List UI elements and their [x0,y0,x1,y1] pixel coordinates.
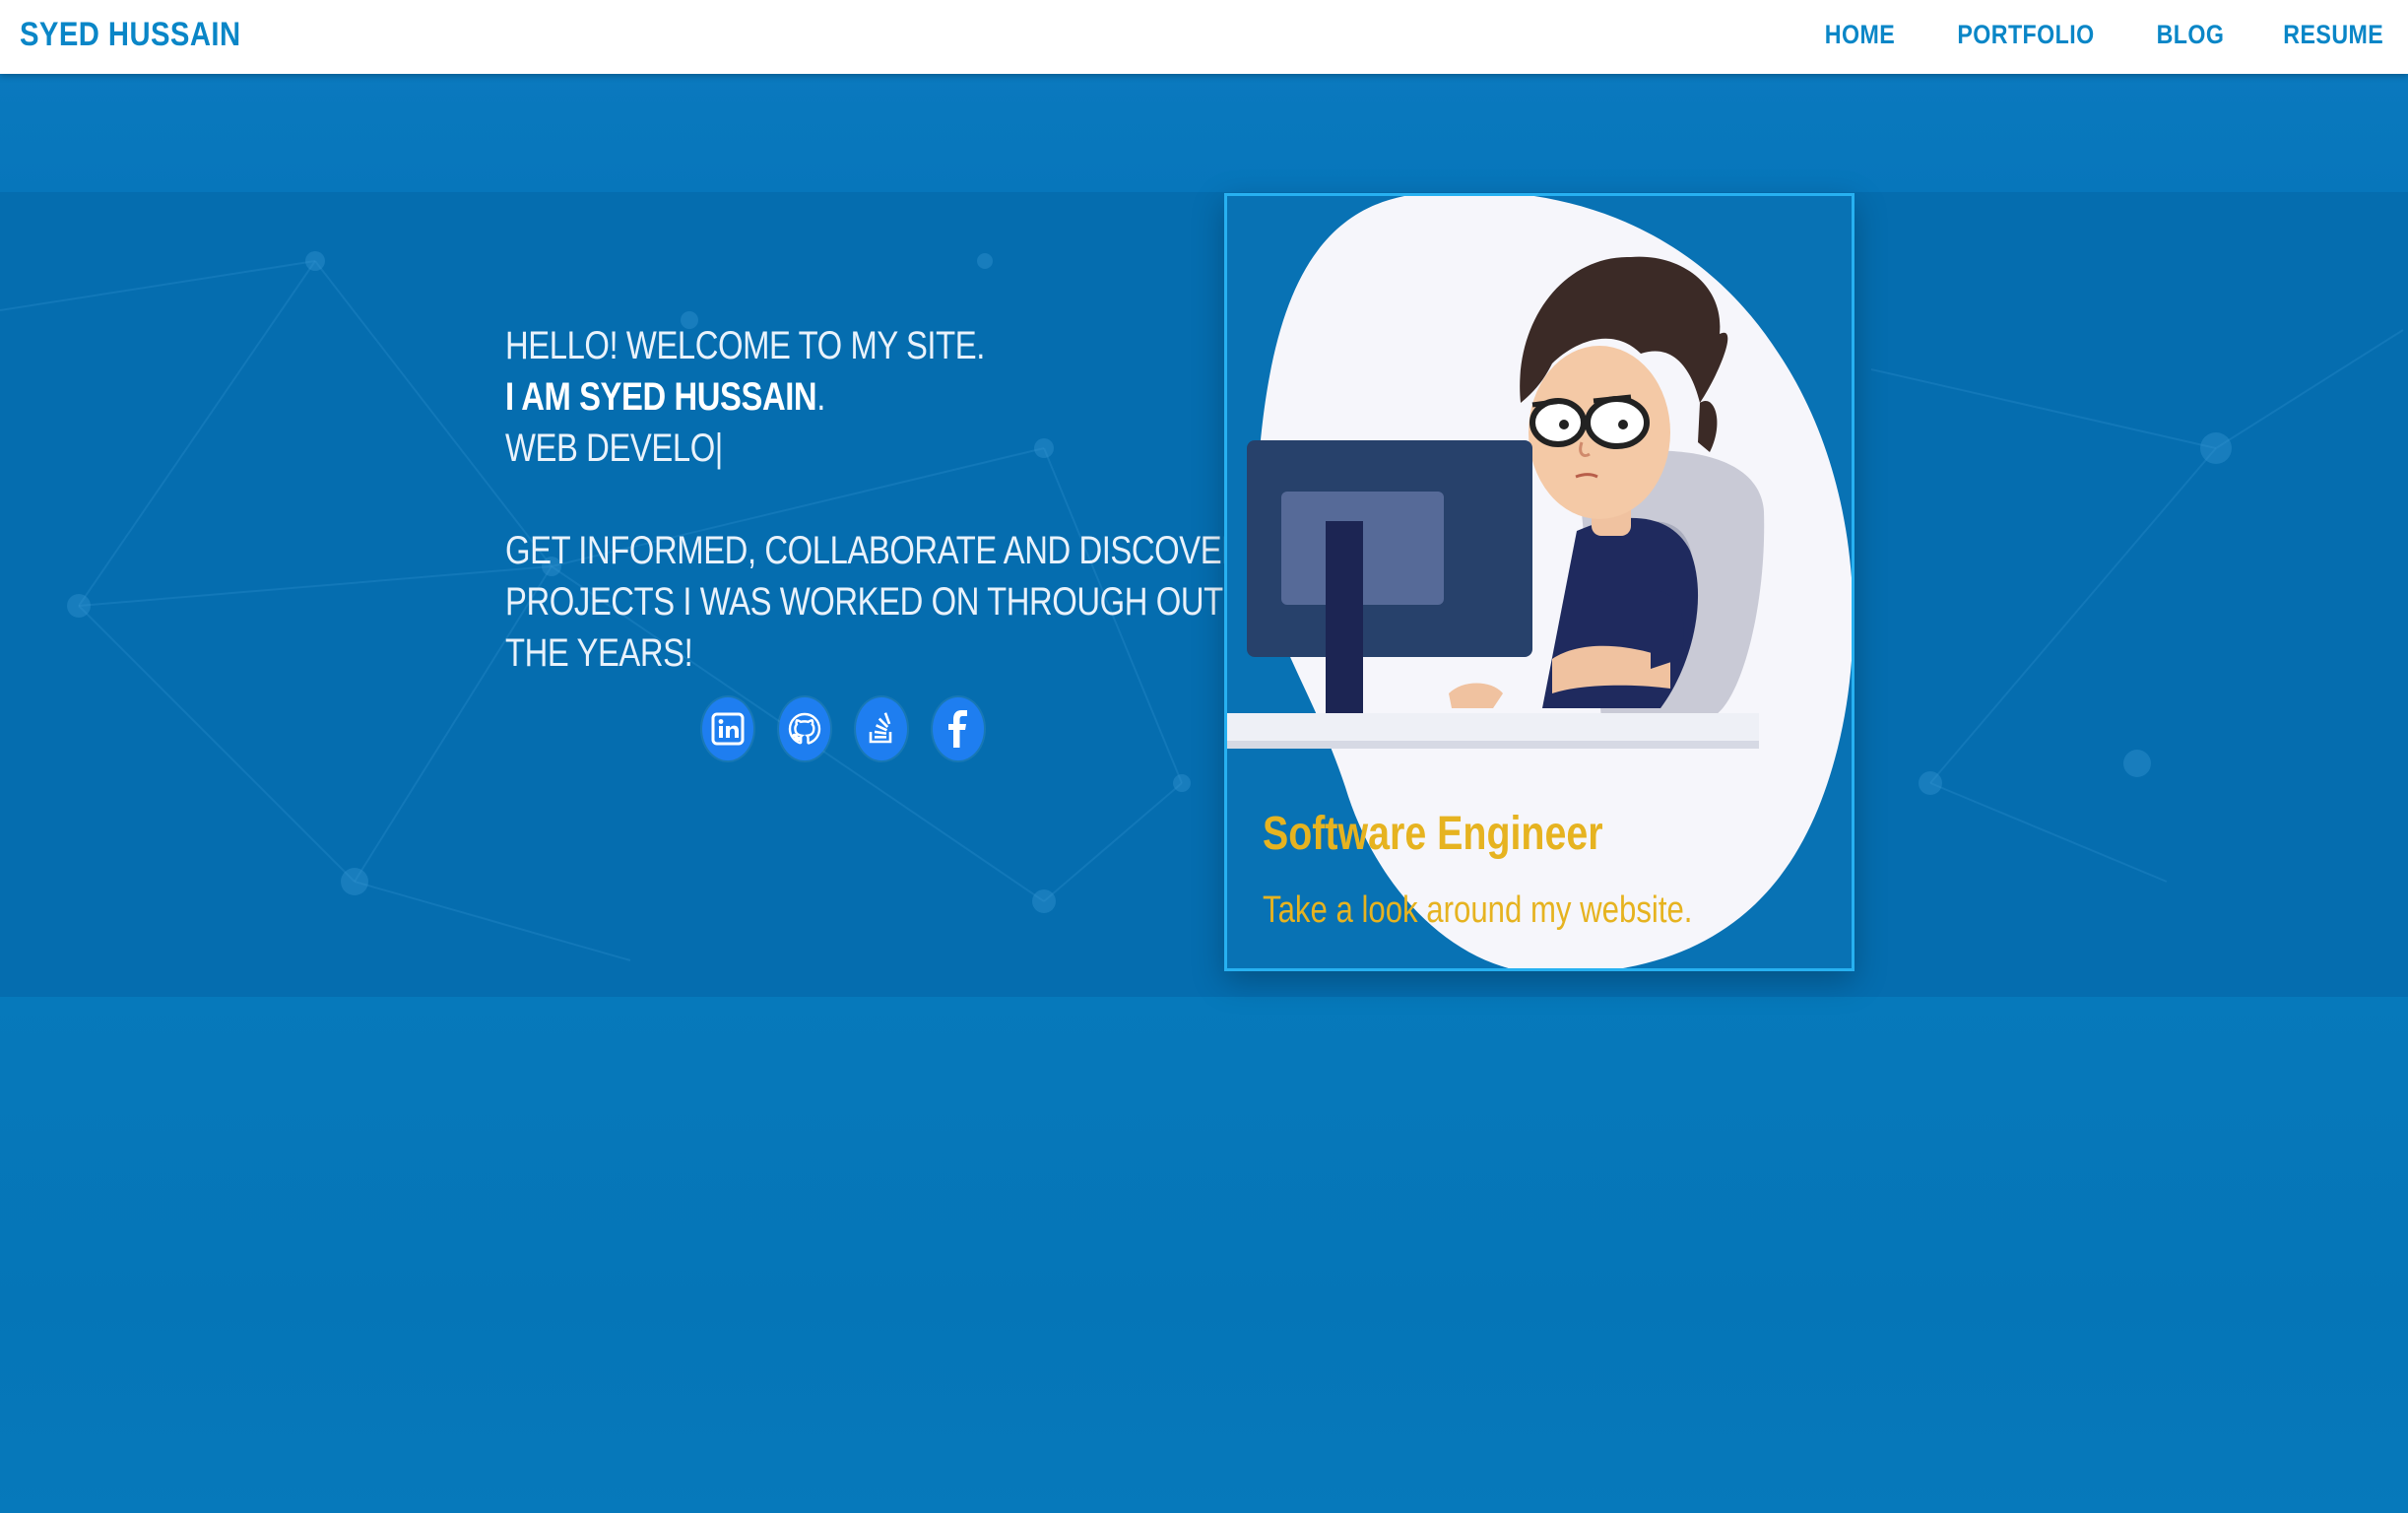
nav-blog-link[interactable]: BLOG [2157,20,2225,50]
tagline-line-2: PROJECTS I WAS WORKED ON THROUGH OUT [505,580,1223,624]
bottom-band [0,997,2408,1513]
name-punctuation: . [816,375,825,419]
brand-logo[interactable]: SYED HUSSAIN [20,16,241,54]
nav-home-link[interactable]: HOME [1825,20,1895,50]
nav-links: HOME PORTFOLIO BLOG RESUME [1819,20,2392,50]
tagline-line-3: THE YEARS! [505,631,693,675]
nav-portfolio-link[interactable]: PORTFOLIO [1958,20,2095,50]
linkedin-icon [711,712,745,746]
name-text: I AM SYED HUSSAIN [505,375,817,419]
facebook-button[interactable] [933,697,984,760]
card-title: Software Engineer [1263,808,1603,860]
github-button[interactable] [779,697,830,760]
navbar: SYED HUSSAIN HOME PORTFOLIO BLOG RESUME [0,0,2408,74]
tagline-line-1: GET INFORMED, COLLABORATE AND DISCOVER [505,529,1245,572]
stackoverflow-button[interactable] [856,697,907,760]
greeting-text: HELLO! WELCOME TO MY SITE. [505,324,985,367]
intro-text: HELLO! WELCOME TO MY SITE. I AM SYED HUS… [505,320,1245,679]
stackoverflow-icon [869,712,892,744]
social-links [702,697,984,760]
nav-resume-link[interactable]: RESUME [2284,20,2384,50]
github-icon [788,712,821,745]
profile-card: Software Engineer Take a look around my … [1224,193,1855,971]
linkedin-button[interactable] [702,697,753,760]
typed-role-text: WEB DEVELO| [505,427,723,470]
card-subtitle: Take a look around my website. [1263,889,1693,931]
facebook-icon [948,710,967,748]
top-band [0,74,2408,192]
name-line: I AM SYED HUSSAIN. [505,371,1086,423]
